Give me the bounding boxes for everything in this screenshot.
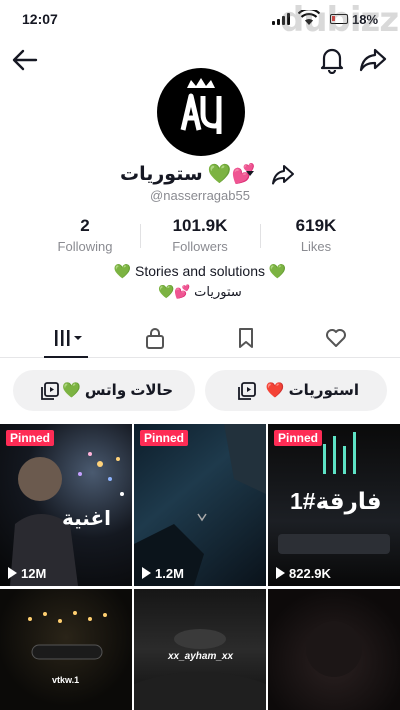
video-thumbnail[interactable]: اغنية Pinned 12M: [0, 424, 132, 586]
stat-followers-value: 101.9K: [172, 216, 228, 235]
profile-name-row: 💕💚 ستوريات: [0, 160, 400, 190]
play-icon: [142, 567, 151, 579]
thumbnail-art: [28, 611, 107, 660]
play-icon: [8, 567, 17, 579]
display-name[interactable]: 💕💚 ستوريات: [120, 162, 255, 186]
stat-followers-label: Followers: [172, 239, 228, 254]
tab-videos[interactable]: [50, 326, 82, 350]
pinned-badge: Pinned: [140, 430, 189, 446]
collection-whatsapp-label: حالات واتس 💚: [62, 382, 173, 399]
tab-favorites[interactable]: [234, 326, 264, 350]
thumbnail-art: [134, 629, 266, 710]
bio-line-2: ستوريات 💕💚: [158, 284, 242, 299]
stat-likes-label: Likes: [300, 239, 332, 254]
lock-icon: [146, 328, 164, 349]
view-count: 1.2M: [142, 566, 184, 581]
video-thumbnail[interactable]: فارقة#1 Pinned 822.9K: [268, 424, 400, 586]
avatar[interactable]: [157, 68, 245, 156]
status-bar: 12:07 18% dubizzle: [0, 0, 400, 40]
heart-icon: [326, 329, 346, 347]
active-tab-indicator: [44, 356, 88, 358]
video-overlay-text: اغنية: [62, 508, 111, 530]
thumbnail-art: [306, 621, 362, 677]
grid-videos-icon: [55, 330, 82, 346]
video-overlay-text: vtkw.1: [52, 675, 80, 685]
chevron-down-icon[interactable]: [246, 171, 254, 176]
bio-line-1: 💚 Stories and solutions 💚: [113, 263, 287, 279]
video-thumbnail[interactable]: vtkw.1: [0, 589, 132, 710]
stat-divider: [140, 224, 141, 248]
video-grid: اغنية Pinned 12M Pinned 1.2M فارقة#1 Pin…: [0, 424, 400, 710]
play-icon: [276, 567, 285, 579]
stat-likes[interactable]: 619K Likes: [266, 216, 366, 254]
collection-whatsapp-button[interactable]: حالات واتس 💚: [13, 370, 195, 411]
bookmark-icon: [239, 328, 253, 348]
watermark: dubizzle: [280, 0, 400, 40]
tab-liked[interactable]: [324, 326, 354, 350]
stat-likes-value: 619K: [295, 216, 337, 235]
profile-tabs: [0, 318, 400, 358]
stat-following-value: 2: [80, 216, 90, 235]
thumbnail-art: [134, 424, 266, 586]
view-count-value: 12M: [21, 566, 47, 581]
avatar-logo-icon: [180, 78, 222, 134]
video-overlay-text: xx_ayham_xx: [168, 651, 234, 662]
share-profile-icon[interactable]: [271, 164, 295, 186]
playlist-icon: [41, 382, 59, 400]
view-count-value: 1.2M: [155, 566, 184, 581]
bell-icon[interactable]: [320, 46, 344, 74]
video-overlay-text: فارقة#1: [290, 488, 382, 514]
back-arrow-icon[interactable]: [12, 48, 38, 72]
pinned-badge: Pinned: [274, 430, 323, 446]
collection-stories-button[interactable]: استوريات ❤️: [205, 370, 387, 411]
video-thumbnail[interactable]: xx_ayham_xx: [134, 589, 266, 710]
video-thumbnail[interactable]: [268, 589, 400, 710]
stat-divider: [260, 224, 261, 248]
tab-private[interactable]: [143, 326, 173, 350]
video-thumbnail[interactable]: Pinned 1.2M: [134, 424, 266, 586]
thumbnail-art: [10, 452, 124, 586]
view-count: 12M: [8, 566, 46, 581]
share-icon[interactable]: [359, 47, 387, 73]
stat-following[interactable]: 2 Following: [35, 216, 135, 254]
status-time: 12:07: [22, 11, 58, 27]
view-count-value: 822.9K: [289, 566, 331, 581]
pinned-badge: Pinned: [6, 430, 55, 446]
playlist-icon: [238, 382, 256, 400]
stat-followers[interactable]: 101.9K Followers: [150, 216, 250, 254]
username: @nasserragab55: [150, 188, 250, 203]
view-count: 822.9K: [276, 566, 331, 581]
collection-stories-label: استوريات ❤️: [265, 382, 359, 399]
stat-following-label: Following: [57, 239, 113, 254]
